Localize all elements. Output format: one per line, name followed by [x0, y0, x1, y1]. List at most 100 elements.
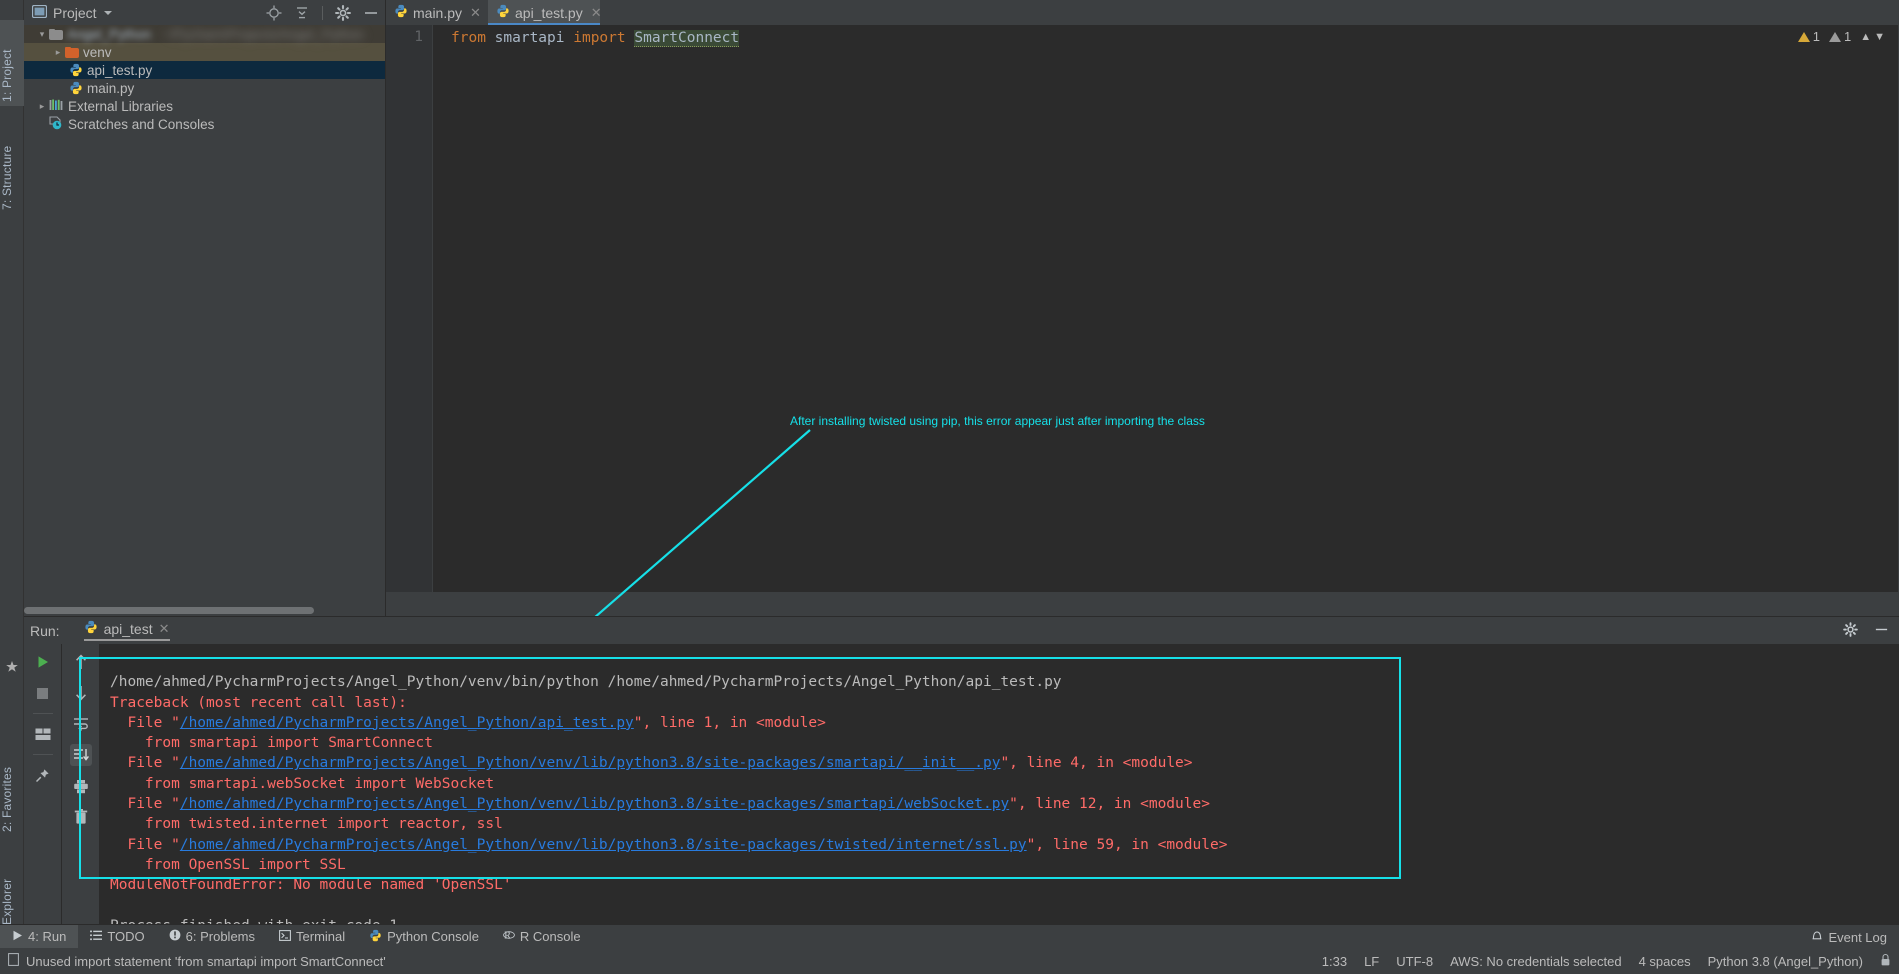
- pycharm-window: 1: Project 7: Structure 2: Favorites AWS…: [0, 0, 1899, 974]
- chevron-up-icon[interactable]: ▲: [1860, 31, 1871, 43]
- python-icon: [84, 620, 98, 637]
- console-line-code: from smartapi import SmartConnect: [110, 735, 434, 752]
- close-icon[interactable]: ✕: [470, 5, 481, 21]
- weak-warning-count: 1: [1843, 29, 1852, 44]
- tree-row-label: Angel_Python ~/PycharmProjects/Angel_Pyt…: [67, 26, 364, 42]
- pin-icon[interactable]: [32, 764, 54, 786]
- run-toolbar-secondary: [62, 644, 100, 938]
- tab-terminal[interactable]: Terminal: [267, 925, 357, 949]
- tab-todo[interactable]: TODO: [78, 925, 156, 949]
- indent-setting[interactable]: 4 spaces: [1639, 954, 1691, 969]
- rerun-icon[interactable]: [32, 651, 54, 673]
- project-tree-horizontal-scrollbar[interactable]: [24, 607, 364, 615]
- project-panel-header: Project: [24, 0, 385, 25]
- console-line-error: ModuleNotFoundError: No module named 'Op…: [110, 877, 512, 894]
- console-line-file-prefix: File ": [110, 836, 180, 853]
- console-line-code: from OpenSSL import SSL: [110, 856, 346, 873]
- console-file-link[interactable]: /home/ahmed/PycharmProjects/Angel_Python…: [180, 837, 1027, 853]
- up-arrow-icon[interactable]: [70, 651, 92, 673]
- event-log-button[interactable]: Event Log: [1811, 925, 1887, 949]
- run-console-output[interactable]: /home/ahmed/PycharmProjects/Angel_Python…: [100, 644, 1899, 938]
- tree-row-main[interactable]: main.py: [24, 79, 385, 97]
- lock-icon[interactable]: [1880, 953, 1891, 970]
- gear-icon[interactable]: [1843, 621, 1858, 640]
- status-message: Unused import statement 'from smartapi i…: [26, 953, 386, 969]
- line-number: 1: [414, 29, 423, 45]
- console-line-file-suffix: ", line 59, in <module>: [1026, 836, 1228, 853]
- trash-icon[interactable]: [70, 806, 92, 828]
- python-file-icon: [69, 63, 83, 77]
- tab-r-console[interactable]: R R Console: [491, 925, 593, 949]
- scroll-to-end-icon[interactable]: [69, 744, 92, 766]
- console-line-code: from twisted.internet import reactor, ss…: [110, 816, 503, 833]
- run-config-tab[interactable]: api_test ✕: [83, 620, 170, 641]
- status-bar-right: 1:33 LF UTF-8 AWS: No credentials select…: [1322, 948, 1891, 974]
- tree-row-venv[interactable]: ▸ venv: [24, 43, 385, 61]
- toolbar-divider: [32, 713, 53, 714]
- chevron-collapsed-icon[interactable]: ▸: [36, 101, 48, 112]
- terminal-icon: [279, 929, 291, 944]
- inspection-widget[interactable]: 1 1 ▲ ▼: [1797, 29, 1885, 44]
- tree-row-scratches[interactable]: Scratches and Consoles: [24, 115, 385, 133]
- bottom-tool-tabs: 4: Run TODO 6: Problems Terminal Python …: [0, 924, 1899, 949]
- file-encoding[interactable]: UTF-8: [1396, 954, 1433, 969]
- close-icon[interactable]: ✕: [159, 621, 170, 637]
- run-toolbar-primary: [24, 644, 62, 938]
- locate-icon[interactable]: [266, 5, 282, 21]
- run-panel-header-actions: [1843, 617, 1889, 644]
- chevron-down-icon[interactable]: [103, 10, 112, 15]
- print-icon[interactable]: [70, 775, 92, 797]
- sidebar-item-project[interactable]: 1: Project: [0, 20, 24, 106]
- tree-row-external-libraries[interactable]: ▸ External Libraries: [24, 97, 385, 115]
- console-line-file-suffix: ", line 1, in <module>: [633, 714, 826, 731]
- tab-problems[interactable]: 6: Problems: [157, 925, 267, 949]
- sidebar-item-favorites[interactable]: 2: Favorites: [0, 740, 24, 836]
- gear-icon[interactable]: [335, 4, 351, 21]
- python-file-icon: [496, 4, 510, 21]
- down-arrow-icon[interactable]: [70, 682, 92, 704]
- tree-row-label: api_test.py: [87, 62, 153, 78]
- project-tree: ▾ Angel_Python ~/PycharmProjects/Angel_P…: [24, 25, 385, 606]
- tab-main-py[interactable]: main.py ✕: [386, 0, 488, 25]
- code-keyword-import: import: [573, 30, 626, 46]
- list-icon: [90, 929, 103, 944]
- tree-row-label: Scratches and Consoles: [68, 116, 215, 132]
- close-icon[interactable]: ✕: [591, 5, 602, 21]
- tab-label: 4: Run: [28, 929, 67, 944]
- tree-row-api-test[interactable]: api_test.py: [24, 61, 385, 79]
- aws-credentials[interactable]: AWS: No credentials selected: [1450, 954, 1621, 969]
- console-file-link[interactable]: /home/ahmed/PycharmProjects/Angel_Python…: [180, 796, 1009, 812]
- hide-panel-icon[interactable]: [1874, 622, 1889, 640]
- sidebar-item-structure-label: 7: Structure: [0, 145, 14, 210]
- tab-run[interactable]: 4: Run: [0, 924, 79, 949]
- collapse-all-icon[interactable]: [294, 5, 310, 21]
- layout-icon[interactable]: [32, 723, 54, 745]
- project-tool-window: Project ▾ Angel_Python ~/PycharmProjects…: [24, 0, 386, 616]
- console-file-link[interactable]: /home/ahmed/PycharmProjects/Angel_Python…: [180, 715, 634, 731]
- sidebar-item-structure[interactable]: 7: Structure: [0, 118, 24, 214]
- project-window-icon: [31, 4, 48, 21]
- tab-python-console[interactable]: Python Console: [357, 925, 491, 949]
- chevron-down-icon[interactable]: ▼: [1874, 31, 1885, 43]
- status-bar: Unused import statement 'from smartapi i…: [0, 948, 1899, 974]
- python-interpreter[interactable]: Python 3.8 (Angel_Python): [1708, 954, 1863, 969]
- console-file-link[interactable]: /home/ahmed/PycharmProjects/Angel_Python…: [180, 755, 1001, 771]
- stop-icon[interactable]: [32, 682, 54, 704]
- folder-icon: [49, 28, 63, 40]
- tab-api-test-py[interactable]: api_test.py ✕: [488, 0, 602, 25]
- editor-code-text[interactable]: from smartapi import SmartConnect: [433, 25, 1899, 592]
- hide-panel-icon[interactable]: [363, 5, 379, 21]
- chevron-collapsed-icon[interactable]: ▸: [52, 47, 64, 58]
- tab-label: api_test.py: [515, 4, 583, 21]
- warning-triangle-icon: [1797, 31, 1810, 42]
- console-line-file-suffix: ", line 12, in <module>: [1009, 796, 1210, 813]
- soft-wrap-icon[interactable]: [70, 713, 92, 735]
- caret-position[interactable]: 1:33: [1322, 954, 1347, 969]
- line-separator[interactable]: LF: [1364, 954, 1379, 969]
- tree-row[interactable]: ▾ Angel_Python ~/PycharmProjects/Angel_P…: [24, 25, 385, 43]
- chevron-expanded-icon[interactable]: ▾: [36, 29, 48, 40]
- weak-warning-triangle-icon: [1828, 31, 1841, 42]
- code-editor[interactable]: 1 from smartapi import SmartConnect: [386, 25, 1899, 592]
- star-icon: [6, 660, 18, 672]
